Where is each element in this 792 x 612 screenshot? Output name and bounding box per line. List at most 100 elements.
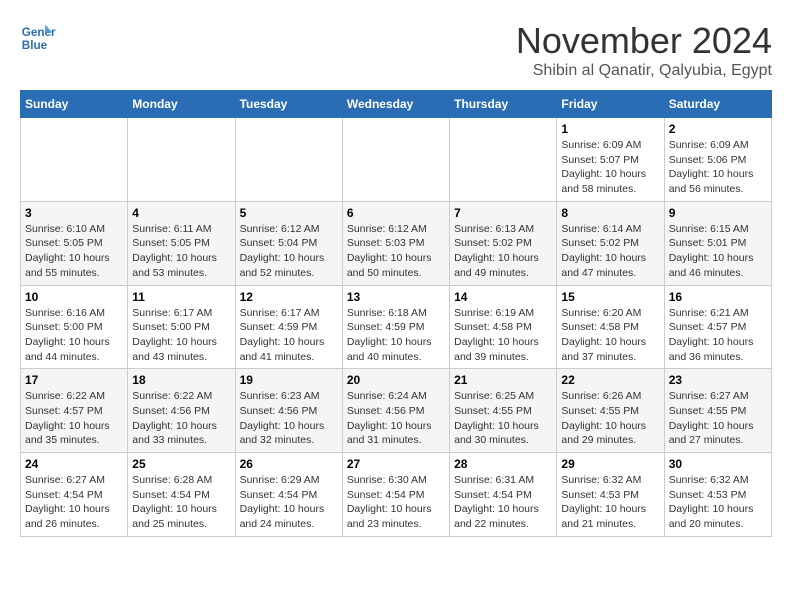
calendar-cell: 15 Sunrise: 6:20 AM Sunset: 4:58 PM Dayli…: [557, 285, 664, 369]
calendar-cell: 6 Sunrise: 6:12 AM Sunset: 5:03 PM Daylig…: [342, 201, 449, 285]
day-number: 12: [240, 290, 338, 304]
day-info: Sunrise: 6:30 AM Sunset: 4:54 PM Dayligh…: [347, 473, 445, 532]
day-info: Sunrise: 6:11 AM Sunset: 5:05 PM Dayligh…: [132, 222, 230, 281]
day-number: 9: [669, 206, 767, 220]
day-info: Sunrise: 6:19 AM Sunset: 4:58 PM Dayligh…: [454, 306, 552, 365]
day-number: 3: [25, 206, 123, 220]
calendar-table: SundayMondayTuesdayWednesdayThursdayFrid…: [20, 90, 772, 537]
day-number: 18: [132, 373, 230, 387]
calendar-cell: 22 Sunrise: 6:26 AM Sunset: 4:55 PM Dayli…: [557, 369, 664, 453]
weekday-header: Tuesday: [235, 91, 342, 118]
day-info: Sunrise: 6:25 AM Sunset: 4:55 PM Dayligh…: [454, 389, 552, 448]
day-number: 1: [561, 122, 659, 136]
day-info: Sunrise: 6:28 AM Sunset: 4:54 PM Dayligh…: [132, 473, 230, 532]
day-number: 24: [25, 457, 123, 471]
calendar-cell: 4 Sunrise: 6:11 AM Sunset: 5:05 PM Daylig…: [128, 201, 235, 285]
day-info: Sunrise: 6:13 AM Sunset: 5:02 PM Dayligh…: [454, 222, 552, 281]
calendar-cell: 11 Sunrise: 6:17 AM Sunset: 5:00 PM Dayli…: [128, 285, 235, 369]
day-number: 6: [347, 206, 445, 220]
calendar-cell: 14 Sunrise: 6:19 AM Sunset: 4:58 PM Dayli…: [450, 285, 557, 369]
calendar-cell: [342, 118, 449, 202]
calendar-cell: [128, 118, 235, 202]
day-info: Sunrise: 6:20 AM Sunset: 4:58 PM Dayligh…: [561, 306, 659, 365]
calendar-week-row: 17Sunrise: 6:22 AM Sunset: 4:57 PM Dayli…: [21, 369, 772, 453]
day-number: 25: [132, 457, 230, 471]
day-number: 30: [669, 457, 767, 471]
location: Shibin al Qanatir, Qalyubia, Egypt: [516, 62, 772, 80]
weekday-header: Saturday: [664, 91, 771, 118]
day-info: Sunrise: 6:16 AM Sunset: 5:00 PM Dayligh…: [25, 306, 123, 365]
day-info: Sunrise: 6:12 AM Sunset: 5:03 PM Dayligh…: [347, 222, 445, 281]
calendar-week-row: 3 Sunrise: 6:10 AM Sunset: 5:05 PM Daylig…: [21, 201, 772, 285]
day-info: Sunrise: 6:32 AM Sunset: 4:53 PM Dayligh…: [561, 473, 659, 532]
day-number: 22: [561, 373, 659, 387]
day-number: 10: [25, 290, 123, 304]
day-number: 29: [561, 457, 659, 471]
day-number: 8: [561, 206, 659, 220]
calendar-cell: 21 Sunrise: 6:25 AM Sunset: 4:55 PM Dayli…: [450, 369, 557, 453]
calendar-week-row: 24 Sunrise: 6:27 AM Sunset: 4:54 PM Dayli…: [21, 453, 772, 537]
calendar-cell: 25 Sunrise: 6:28 AM Sunset: 4:54 PM Dayli…: [128, 453, 235, 537]
calendar-cell: 29 Sunrise: 6:32 AM Sunset: 4:53 PM Dayli…: [557, 453, 664, 537]
day-info: Sunrise: 6:22 AM Sunset: 4:56 PM Dayligh…: [132, 389, 230, 448]
day-info: Sunrise: 6:29 AM Sunset: 4:54 PM Dayligh…: [240, 473, 338, 532]
day-info: Sunrise: 6:17 AM Sunset: 5:00 PM Dayligh…: [132, 306, 230, 365]
weekday-header: Friday: [557, 91, 664, 118]
day-info: Sunrise: 6:15 AM Sunset: 5:01 PM Dayligh…: [669, 222, 767, 281]
day-info: Sunrise: 6:12 AM Sunset: 5:04 PM Dayligh…: [240, 222, 338, 281]
page-header: General Blue November 2024 Shibin al Qan…: [20, 20, 772, 80]
logo-icon: General Blue: [20, 20, 56, 56]
day-info: Sunrise: 6:26 AM Sunset: 4:55 PM Dayligh…: [561, 389, 659, 448]
calendar-cell: 9 Sunrise: 6:15 AM Sunset: 5:01 PM Daylig…: [664, 201, 771, 285]
day-info: Sunrise: 6:24 AM Sunset: 4:56 PM Dayligh…: [347, 389, 445, 448]
calendar-cell: [450, 118, 557, 202]
day-info: Sunrise: 6:32 AM Sunset: 4:53 PM Dayligh…: [669, 473, 767, 532]
day-number: 4: [132, 206, 230, 220]
calendar-cell: 7Sunrise: 6:13 AM Sunset: 5:02 PM Daylig…: [450, 201, 557, 285]
calendar-cell: 17Sunrise: 6:22 AM Sunset: 4:57 PM Dayli…: [21, 369, 128, 453]
calendar-cell: 19 Sunrise: 6:23 AM Sunset: 4:56 PM Dayli…: [235, 369, 342, 453]
day-number: 15: [561, 290, 659, 304]
logo: General Blue: [20, 20, 56, 56]
day-number: 27: [347, 457, 445, 471]
day-number: 13: [347, 290, 445, 304]
month-title: November 2024: [516, 20, 772, 62]
svg-text:Blue: Blue: [22, 39, 48, 52]
day-number: 23: [669, 373, 767, 387]
day-info: Sunrise: 6:18 AM Sunset: 4:59 PM Dayligh…: [347, 306, 445, 365]
day-info: Sunrise: 6:22 AM Sunset: 4:57 PM Dayligh…: [25, 389, 123, 448]
calendar-week-row: 1 Sunrise: 6:09 AM Sunset: 5:07 PM Daylig…: [21, 118, 772, 202]
day-number: 11: [132, 290, 230, 304]
day-number: 26: [240, 457, 338, 471]
day-number: 19: [240, 373, 338, 387]
calendar-cell: 3 Sunrise: 6:10 AM Sunset: 5:05 PM Daylig…: [21, 201, 128, 285]
calendar-cell: 10 Sunrise: 6:16 AM Sunset: 5:00 PM Dayli…: [21, 285, 128, 369]
day-number: 2: [669, 122, 767, 136]
day-info: Sunrise: 6:09 AM Sunset: 5:06 PM Dayligh…: [669, 138, 767, 197]
day-info: Sunrise: 6:23 AM Sunset: 4:56 PM Dayligh…: [240, 389, 338, 448]
day-number: 16: [669, 290, 767, 304]
calendar-cell: 23 Sunrise: 6:27 AM Sunset: 4:55 PM Dayli…: [664, 369, 771, 453]
calendar-cell: 20 Sunrise: 6:24 AM Sunset: 4:56 PM Dayli…: [342, 369, 449, 453]
calendar-cell: 27 Sunrise: 6:30 AM Sunset: 4:54 PM Dayli…: [342, 453, 449, 537]
day-info: Sunrise: 6:10 AM Sunset: 5:05 PM Dayligh…: [25, 222, 123, 281]
title-block: November 2024 Shibin al Qanatir, Qalyubi…: [516, 20, 772, 80]
calendar-cell: 2 Sunrise: 6:09 AM Sunset: 5:06 PM Daylig…: [664, 118, 771, 202]
weekday-header: Thursday: [450, 91, 557, 118]
day-info: Sunrise: 6:09 AM Sunset: 5:07 PM Dayligh…: [561, 138, 659, 197]
day-info: Sunrise: 6:27 AM Sunset: 4:54 PM Dayligh…: [25, 473, 123, 532]
weekday-header: Monday: [128, 91, 235, 118]
day-number: 5: [240, 206, 338, 220]
calendar-cell: 28 Sunrise: 6:31 AM Sunset: 4:54 PM Dayli…: [450, 453, 557, 537]
day-info: Sunrise: 6:31 AM Sunset: 4:54 PM Dayligh…: [454, 473, 552, 532]
calendar-cell: 18 Sunrise: 6:22 AM Sunset: 4:56 PM Dayli…: [128, 369, 235, 453]
calendar-cell: 30 Sunrise: 6:32 AM Sunset: 4:53 PM Dayli…: [664, 453, 771, 537]
day-info: Sunrise: 6:14 AM Sunset: 5:02 PM Dayligh…: [561, 222, 659, 281]
weekday-header: Sunday: [21, 91, 128, 118]
day-number: 28: [454, 457, 552, 471]
weekday-header: Wednesday: [342, 91, 449, 118]
day-number: 21: [454, 373, 552, 387]
day-number: 20: [347, 373, 445, 387]
day-info: Sunrise: 6:27 AM Sunset: 4:55 PM Dayligh…: [669, 389, 767, 448]
day-number: 14: [454, 290, 552, 304]
